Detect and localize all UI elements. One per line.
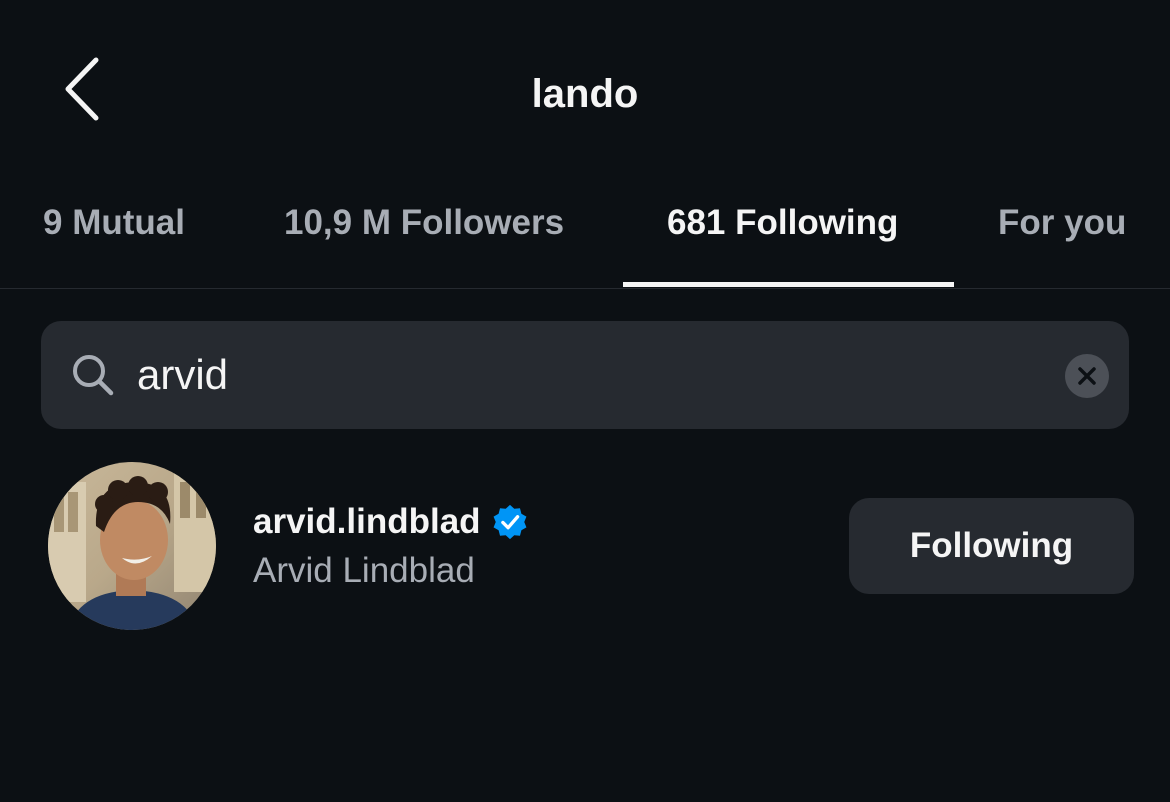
active-tab-indicator <box>623 282 954 287</box>
username-link[interactable]: arvid.lindblad <box>253 499 529 545</box>
header: lando <box>0 0 1170 180</box>
tab-mutual[interactable]: 9 Mutual <box>43 180 185 288</box>
username: arvid.lindblad <box>253 502 481 541</box>
avatar[interactable] <box>48 462 216 630</box>
tab-bar: 9 Mutual 10,9 M Followers 681 Following … <box>0 180 1170 289</box>
page-title: lando <box>531 72 639 116</box>
verified-badge-icon <box>493 504 526 540</box>
close-icon <box>1078 367 1096 385</box>
tab-for-you[interactable]: For you <box>998 180 1126 288</box>
following-button[interactable]: Following <box>849 498 1134 594</box>
search-bar[interactable] <box>41 321 1129 429</box>
tab-followers[interactable]: 10,9 M Followers <box>284 180 564 288</box>
search-input[interactable] <box>137 343 1037 407</box>
search-icon <box>73 355 114 396</box>
full-name: Arvid Lindblad <box>253 551 475 590</box>
clear-search-button[interactable] <box>1065 354 1109 398</box>
tab-following[interactable]: 681 Following <box>667 180 898 288</box>
profile-photo <box>48 462 216 630</box>
list-item[interactable]: arvid.lindblad Arvid Lindblad Following <box>0 455 1170 635</box>
